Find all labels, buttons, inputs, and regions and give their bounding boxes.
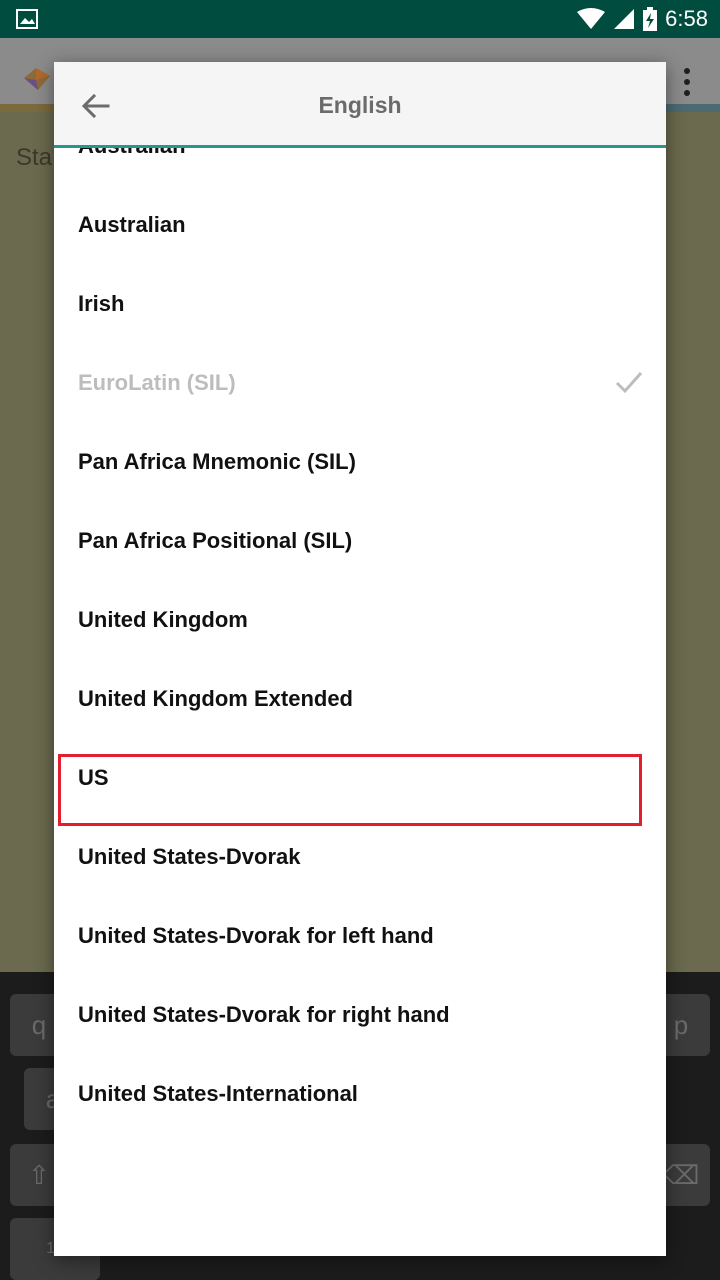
list-item-label: United Kingdom Extended	[78, 686, 353, 711]
list-item-selected: EuroLatin (SIL)	[54, 343, 666, 422]
list-item-label: Australian	[78, 148, 186, 185]
list-item-label: Pan Africa Positional (SIL)	[78, 528, 353, 553]
list-item[interactable]: United States-Dvorak for right hand	[54, 975, 666, 1054]
list-item-label: United States-Dvorak for right hand	[78, 1002, 450, 1027]
list-item-label: United States-Dvorak for left hand	[78, 923, 434, 948]
arrow-back-icon[interactable]	[78, 88, 114, 124]
list-item[interactable]: United States-Dvorak	[54, 817, 666, 896]
wifi-icon	[577, 8, 606, 29]
status-time: 6:58	[665, 6, 708, 31]
list-item[interactable]: United Kingdom Extended	[54, 659, 666, 738]
overflow-menu-icon[interactable]	[684, 68, 692, 96]
dialog-header: English	[54, 62, 666, 148]
app-logo-icon	[24, 68, 50, 90]
list-item[interactable]: Irish	[54, 264, 666, 343]
layout-list[interactable]: Australian Australian Irish EuroLatin (S…	[54, 148, 666, 1256]
dialog-title: English	[318, 92, 402, 118]
list-item[interactable]: Australian	[54, 148, 666, 185]
list-item-label: Irish	[78, 291, 125, 316]
list-item[interactable]: Pan Africa Mnemonic (SIL)	[54, 422, 666, 501]
list-item-label: United States-Dvorak	[78, 844, 301, 869]
check-icon	[615, 372, 643, 394]
list-item-label: EuroLatin (SIL)	[78, 370, 236, 395]
background-text: Sta	[16, 144, 53, 171]
list-item-label: United States-International	[78, 1081, 358, 1106]
list-item-label: US	[78, 765, 109, 790]
list-item[interactable]: Australian	[54, 185, 666, 264]
list-item-us[interactable]: US	[54, 738, 666, 817]
list-item[interactable]: United States-International	[54, 1054, 666, 1133]
list-item-label: United Kingdom	[78, 607, 248, 632]
list-item-label: Pan Africa Mnemonic (SIL)	[78, 449, 356, 474]
keyboard-layout-dialog: English Australian Australian Irish Euro…	[54, 62, 666, 1256]
list-item[interactable]: United States-Dvorak for left hand	[54, 896, 666, 975]
list-item[interactable]: Pan Africa Positional (SIL)	[54, 501, 666, 580]
image-icon	[16, 9, 38, 29]
status-bar: 6:58	[0, 0, 720, 38]
signal-icon	[614, 9, 635, 29]
battery-charging-icon	[643, 7, 658, 31]
list-item-label: Australian	[78, 212, 186, 237]
list-item[interactable]: United Kingdom	[54, 580, 666, 659]
